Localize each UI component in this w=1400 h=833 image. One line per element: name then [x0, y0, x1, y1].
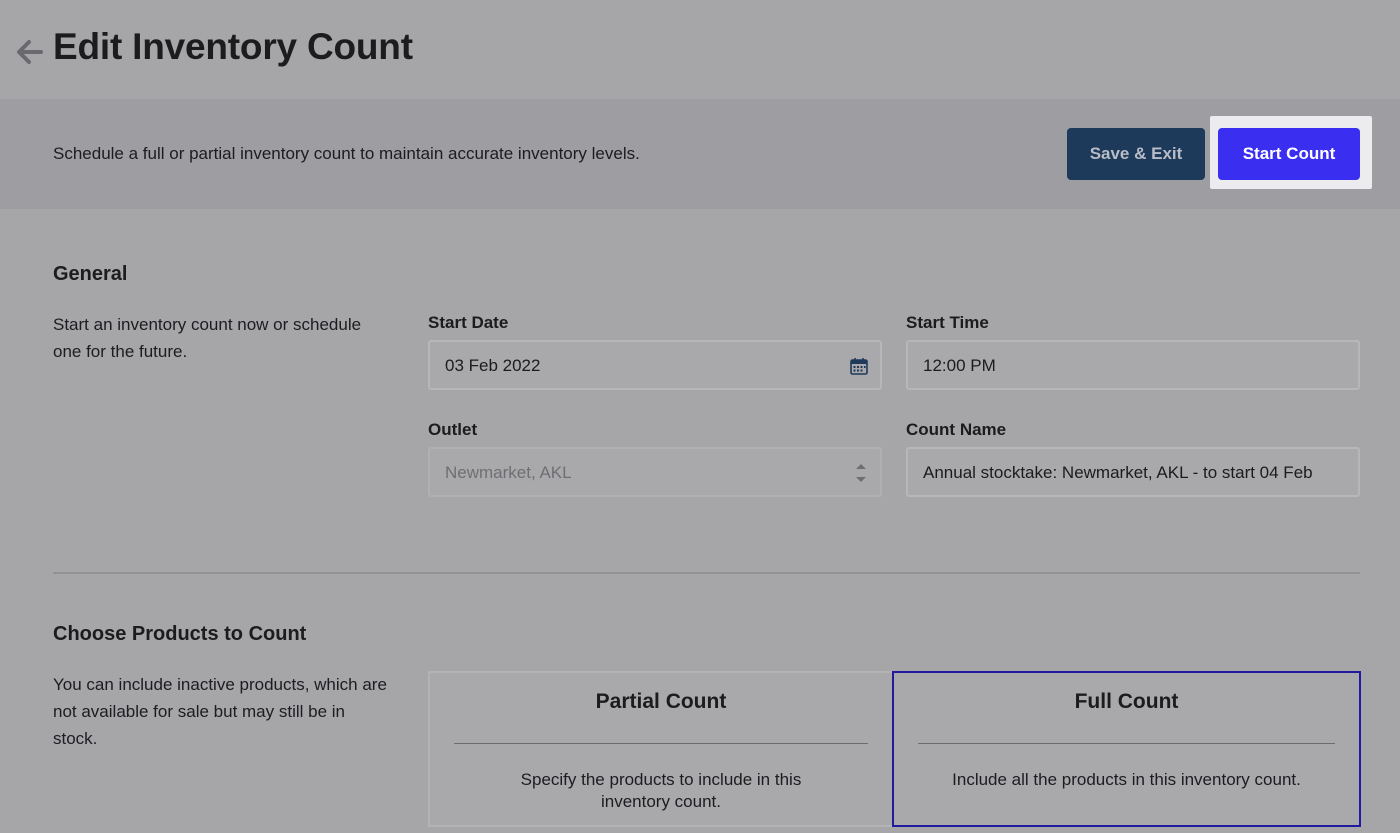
card-divider	[918, 743, 1335, 744]
start-time-value: 12:00 PM	[923, 356, 996, 375]
action-toolbar: Schedule a full or partial inventory cou…	[0, 99, 1400, 209]
outlet-label: Outlet	[428, 420, 478, 439]
outlet-value: Newmarket, AKL	[445, 463, 572, 482]
general-section-description: Start an inventory count now or schedule…	[53, 315, 362, 361]
start-count-button[interactable]: Start Count	[1218, 128, 1360, 180]
start-time-label: Start Time	[906, 313, 989, 332]
card-divider	[454, 743, 868, 744]
full-count-option[interactable]: Full Count Include all the products in t…	[892, 671, 1361, 827]
save-exit-button[interactable]: Save & Exit	[1067, 128, 1205, 180]
arrow-left-icon[interactable]	[14, 36, 44, 68]
count-name-label: Count Name	[906, 420, 1007, 439]
section-divider	[53, 572, 1360, 574]
full-count-description: Include all the products in this invento…	[952, 770, 1301, 789]
start-date-label: Start Date	[428, 313, 509, 332]
partial-count-title: Partial Count	[595, 690, 727, 713]
start-date-field[interactable]: 03 Feb 2022	[428, 340, 882, 390]
start-time-field[interactable]: 12:00 PM	[906, 340, 1360, 390]
general-section-title: General	[53, 263, 128, 285]
page-header: Edit Inventory Count	[0, 0, 1400, 99]
partial-count-description: Specify the products to include in this …	[520, 770, 802, 811]
page-title: Edit Inventory Count	[53, 26, 413, 67]
count-name-input[interactable]: Annual stocktake: Newmarket, AKL - to st…	[906, 447, 1360, 497]
count-name-value: Annual stocktake: Newmarket, AKL - to st…	[923, 463, 1313, 482]
products-section-description: You can include inactive products, which…	[53, 675, 387, 748]
stepper-icon	[856, 464, 866, 482]
toolbar-description: Schedule a full or partial inventory cou…	[53, 144, 640, 163]
partial-count-option[interactable]: Partial Count Specify the products to in…	[428, 671, 894, 827]
calendar-icon[interactable]	[850, 357, 868, 375]
outlet-select[interactable]: Newmarket, AKL	[428, 447, 882, 497]
full-count-title: Full Count	[1074, 690, 1179, 713]
start-date-value: 03 Feb 2022	[445, 356, 541, 375]
products-section-title: Choose Products to Count	[53, 623, 307, 645]
